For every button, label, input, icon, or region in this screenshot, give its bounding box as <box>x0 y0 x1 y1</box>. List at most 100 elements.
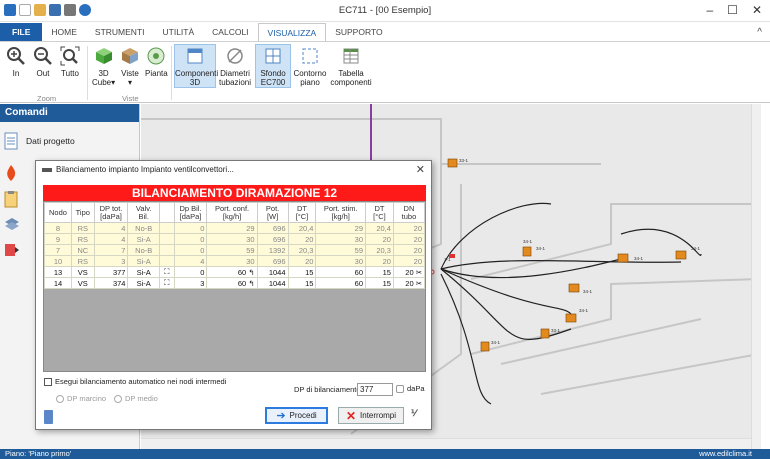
collapse-ribbon-icon[interactable]: ^ <box>757 27 762 38</box>
components-3d-icon <box>187 48 203 64</box>
horizontal-scrollbar[interactable] <box>141 438 751 449</box>
cell-dt2: 15 <box>365 266 394 278</box>
procedi-label: Procedi <box>289 411 317 420</box>
zoom-out-button[interactable]: Out <box>33 46 53 78</box>
cell-dt2: 20 <box>365 255 394 267</box>
export-item[interactable] <box>4 242 20 258</box>
clipboard-item[interactable] <box>4 190 18 208</box>
componenti-3d-label: 3D <box>189 78 201 87</box>
minimize-button[interactable]: – <box>706 3 713 17</box>
dp-marcino-radio[interactable] <box>56 394 64 403</box>
dp-medio-option[interactable]: DP medio <box>114 394 158 403</box>
cell-tipo: NC <box>70 244 95 256</box>
contorno-label: Contorno <box>293 69 327 78</box>
column-header: DP tot. [daPa] <box>93 202 129 223</box>
cube-label: Cube <box>92 78 112 87</box>
cell-pot: 1044 <box>256 266 289 278</box>
tab-supporto[interactable]: SUPPORTO <box>326 23 391 41</box>
viste-group-label: Viste <box>122 94 139 103</box>
dp-marcino-option[interactable]: DP marcino <box>56 394 106 403</box>
auto-balance-label: Esegui bilanciamento automatico nei nodi… <box>55 377 227 386</box>
export-icon <box>5 244 19 256</box>
calc-icon[interactable]: ⅟ <box>411 408 425 423</box>
manifold-marker <box>449 254 455 258</box>
cell-nodo: 8 <box>44 222 72 234</box>
cell-pot: 696 <box>256 233 289 245</box>
tab-utilita[interactable]: UTILITÀ <box>154 23 204 41</box>
cell-dn: 20 <box>392 222 426 234</box>
dp-bil-input[interactable]: 377 <box>357 383 393 396</box>
cell-dt: 15 <box>287 277 317 289</box>
tab-strumenti[interactable]: STRUMENTI <box>86 23 154 41</box>
heating-generator-item[interactable] <box>4 164 18 182</box>
zoom-out-label: Out <box>36 69 50 78</box>
dialog-close-icon[interactable]: ✕ <box>416 163 425 176</box>
window-title: EC711 - [00 Esempio] <box>338 5 432 16</box>
info-icon[interactable] <box>44 410 53 424</box>
viste-button[interactable]: Viste ▾ <box>120 46 140 87</box>
cell-pot: 1044 <box>256 277 289 289</box>
tab-calcoli[interactable]: CALCOLI <box>203 23 257 41</box>
cell-dp: 377 <box>93 266 129 278</box>
maximize-button[interactable]: ☐ <box>727 3 738 17</box>
cell-dp: 374 <box>93 277 129 289</box>
fan-coil-unit <box>522 246 532 257</box>
column-header: DN tubo <box>392 202 426 223</box>
interrompi-button[interactable]: ✕ Interrompi <box>338 407 404 424</box>
contorno-piano-button[interactable]: Contorno piano <box>292 46 328 87</box>
procedi-button[interactable]: ➔ Procedi <box>265 407 328 424</box>
cell-tipo: RS <box>70 222 95 234</box>
cancel-x-icon: ✕ <box>345 408 357 423</box>
3d-label: 3D <box>98 69 109 78</box>
3d-cube-button[interactable]: 3D Cube▾ <box>92 46 115 87</box>
zoom-out-icon <box>34 47 52 65</box>
cell-dpbil: 0 <box>173 244 208 256</box>
zoom-in-button[interactable]: In <box>6 46 26 78</box>
dati-progetto-item[interactable]: Dati progetto <box>4 132 75 150</box>
tab-visualizza[interactable]: VISUALIZZA <box>257 23 327 41</box>
background-plan-icon <box>265 48 281 64</box>
zoom-all-button[interactable]: Tutto <box>60 46 80 78</box>
close-button[interactable]: ✕ <box>752 3 762 17</box>
cell-pconf: 29 <box>206 222 258 234</box>
cell-nodo: 9 <box>44 233 72 245</box>
dati-progetto-label: Dati progetto <box>26 136 75 146</box>
table-row[interactable]: 13 VS 377 Si-A ⛶ 0 60 ↰ 1044 15 60 15 20 ✂ <box>44 266 426 278</box>
auto-balance-checkbox[interactable] <box>44 377 52 386</box>
cell-nodo: 10 <box>44 255 72 267</box>
tabella-componenti-button[interactable]: Tabella componenti <box>329 46 373 87</box>
componenti-3d-button[interactable]: Componenti 3D <box>175 46 218 87</box>
node-label: 34-1 <box>523 239 533 244</box>
website-link[interactable]: www.edilclima.it <box>699 449 752 459</box>
cell-dn: 20 ✂ <box>392 277 426 289</box>
title-bar: EC711 - [00 Esempio] – ☐ ✕ <box>0 0 770 22</box>
tabella-label: Tabella <box>338 69 364 78</box>
table-row[interactable]: 9 RS 4 Si-A 0 30 696 20 30 20 20 <box>44 233 426 245</box>
plan-view-icon <box>147 47 165 65</box>
layers-item[interactable] <box>4 216 20 232</box>
ribbon-tabs: FILE HOME STRUMENTI UTILITÀ CALCOLI VISU… <box>0 23 770 41</box>
table-row[interactable]: 7 NC 7 No-B 0 59 1392 20,3 59 20,3 20 <box>44 244 426 256</box>
diametri-tubazioni-button[interactable]: Diametri tubazioni <box>216 46 254 87</box>
cell-pstim: 59 <box>315 244 366 256</box>
dialog-title: Bilanciamento impianto Impianto ventilco… <box>56 165 234 174</box>
fan-coil-unit <box>447 158 458 168</box>
pianta-button[interactable]: Pianta <box>145 46 168 78</box>
table-row[interactable]: 8 RS 4 No-B 0 29 696 20,4 29 20,4 20 <box>44 222 426 234</box>
table-row[interactable]: 10 RS 3 Si-A 4 30 696 20 30 20 20 <box>44 255 426 267</box>
dp-refresh-icon[interactable] <box>396 384 404 393</box>
cell-dpbil: 4 <box>173 255 208 267</box>
cell-nodo: 13 <box>44 266 72 278</box>
tab-home[interactable]: HOME <box>42 23 86 41</box>
zoom-in-label: In <box>12 69 20 78</box>
dp-medio-radio[interactable] <box>114 394 122 403</box>
column-header: Nodo <box>44 202 72 223</box>
cell-pstim: 60 <box>315 277 366 289</box>
cell-valv: Si-A <box>127 277 160 289</box>
piano-label: piano <box>300 78 320 87</box>
table-row[interactable]: 14 VS 374 Si-A ⛶ 3 60 ↰ 1044 15 60 15 20 ✂ <box>44 277 426 289</box>
tab-file[interactable]: FILE <box>0 23 43 41</box>
sfondo-ec700-button[interactable]: Sfondo EC700 <box>255 46 291 87</box>
vertical-scrollbar[interactable] <box>751 104 761 449</box>
auto-balance-option[interactable]: Esegui bilanciamento automatico nei nodi… <box>44 377 226 386</box>
